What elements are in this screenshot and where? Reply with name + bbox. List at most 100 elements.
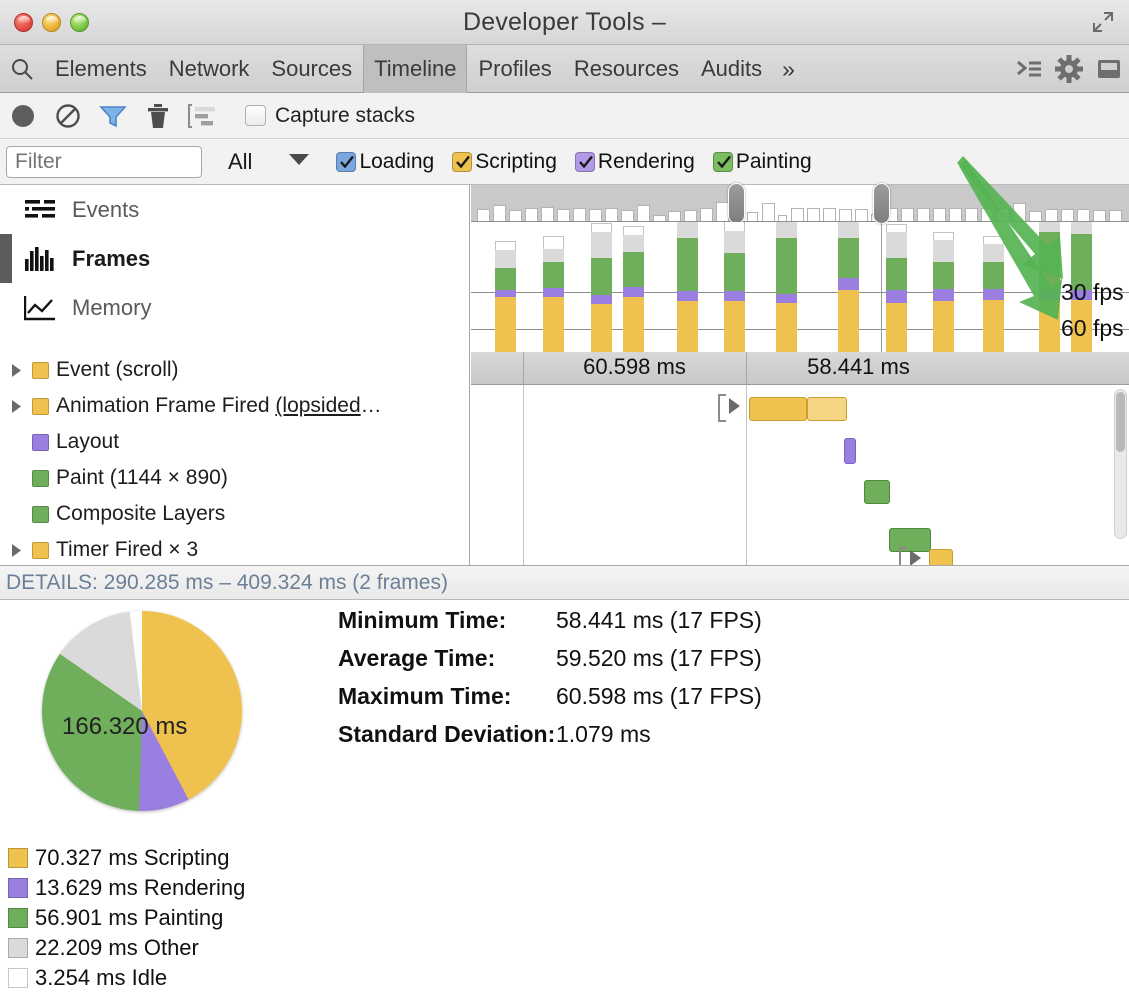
record-bar[interactable] [749, 397, 807, 421]
stat-row: Maximum Time: 60.598 ms (17 FPS) [338, 683, 762, 721]
table-row[interactable]: Animation Frame Fired (lopsided… [0, 388, 469, 424]
chevron-down-icon[interactable] [288, 152, 310, 171]
category-filter-painting[interactable]: Painting [713, 150, 812, 174]
record-bar[interactable] [929, 549, 953, 565]
tree-spacer [8, 432, 25, 452]
category-filter-scripting[interactable]: Scripting [452, 150, 557, 174]
tree-spacer [8, 468, 25, 488]
legend-item: 3.254 ms Idle [8, 963, 245, 993]
pie-center-label: 166.320 ms [62, 713, 237, 741]
category-swatch [32, 434, 49, 451]
tab-profiles[interactable]: Profiles [467, 45, 562, 93]
sidebar-item-events[interactable]: Events [0, 185, 469, 234]
frame-bars: 30 fps 60 fps [471, 222, 1129, 352]
tab-elements[interactable]: Elements [44, 45, 158, 93]
tab-resources[interactable]: Resources [563, 45, 690, 93]
tab-timeline[interactable]: Timeline [363, 45, 467, 93]
frame-boundary [523, 385, 524, 565]
scrollbar-thumb[interactable] [1116, 392, 1125, 452]
stat-key: Average Time: [338, 645, 556, 672]
frames-icon [22, 244, 58, 274]
scripting-label: Scripting [475, 150, 557, 174]
tab-audits[interactable]: Audits [690, 45, 773, 93]
table-row[interactable]: Paint (1144 × 890) [0, 460, 469, 496]
event-label: Layout [56, 430, 119, 454]
record-bar[interactable] [807, 397, 847, 421]
waterfall-scrollbar[interactable] [1114, 389, 1127, 539]
record-bar[interactable] [844, 438, 856, 464]
trash-icon[interactable] [135, 93, 180, 139]
frame-statistics: Minimum Time: 58.441 ms (17 FPS) Average… [338, 607, 762, 759]
stat-key: Standard Deviation: [338, 721, 556, 748]
tab-network[interactable]: Network [158, 45, 261, 93]
legend-swatch [8, 908, 28, 928]
legend-item: 56.901 ms Painting [8, 903, 245, 933]
chevron-right-icon[interactable] [727, 397, 742, 415]
pie-chart: 166.320 ms [42, 611, 247, 816]
gear-icon[interactable] [1049, 45, 1089, 93]
filter-input[interactable] [6, 146, 202, 178]
rendering-checkbox[interactable] [575, 152, 595, 172]
pie-chart-graphic [42, 611, 242, 811]
sidebar-item-events-label: Events [72, 197, 139, 223]
stat-value: 60.598 ms (17 FPS) [556, 683, 762, 710]
legend-swatch [8, 938, 28, 958]
sidebar-item-memory[interactable]: Memory [0, 283, 469, 332]
flame-chart-icon[interactable] [180, 93, 225, 139]
overview-minimap[interactable] [471, 185, 1129, 222]
console-drawer-icon[interactable] [1009, 45, 1049, 93]
dock-icon[interactable] [1089, 45, 1129, 93]
category-filter-loading[interactable]: Loading [336, 150, 434, 174]
capture-stacks-checkbox[interactable]: Capture stacks [245, 104, 415, 128]
filter-bar: All Loading Scripting Rendering [0, 139, 1129, 185]
event-label: Paint (1144 × 890) [56, 466, 228, 490]
category-swatch [32, 398, 49, 415]
record-toolbar: Capture stacks [0, 93, 1129, 139]
table-row[interactable]: Timer Fired × 3 [0, 532, 469, 565]
stat-row: Standard Deviation: 1.079 ms [338, 721, 762, 759]
tab-sources[interactable]: Sources [260, 45, 363, 93]
sidebar-selection-marker [0, 234, 12, 283]
filter-scope-label[interactable]: All [228, 149, 252, 175]
chevron-right-icon[interactable] [8, 396, 25, 416]
frames-overview-chart[interactable]: 30 fps 60 fps [471, 185, 1129, 352]
event-source-link[interactable]: (lopsided [275, 394, 360, 417]
table-row[interactable]: Composite Layers [0, 496, 469, 532]
label-60fps: 60 fps [1061, 315, 1124, 342]
category-filter-rendering[interactable]: Rendering [575, 150, 695, 174]
expand-icon[interactable] [1091, 10, 1115, 34]
legend-item: 13.629 ms Rendering [8, 873, 245, 903]
legend-label: 13.629 ms Rendering [35, 875, 245, 901]
scripting-checkbox[interactable] [452, 152, 472, 172]
chevron-right-icon[interactable] [8, 540, 25, 560]
search-icon[interactable] [0, 45, 44, 93]
minimap-right-handle[interactable] [873, 183, 890, 224]
chevron-right-icon[interactable] [8, 360, 25, 380]
clear-ban-icon[interactable] [45, 93, 90, 139]
timeline-records-pane: Event (scroll) Animation Frame Fired (lo… [0, 352, 1129, 565]
loading-label: Loading [359, 150, 434, 174]
table-row[interactable]: Event (scroll) [0, 352, 469, 388]
chevron-right-icon[interactable] [908, 549, 923, 565]
legend-item: 22.209 ms Other [8, 933, 245, 963]
tab-overflow-button[interactable]: » [773, 45, 804, 93]
legend-label: 22.209 ms Other [35, 935, 199, 961]
waterfall-pane: 60.598 ms 58.441 ms [471, 352, 1129, 565]
record-bracket [899, 547, 907, 565]
stat-row: Minimum Time: 58.441 ms (17 FPS) [338, 607, 762, 645]
loading-checkbox[interactable] [336, 152, 356, 172]
record-bracket [718, 394, 726, 422]
sidebar-item-frames[interactable]: Frames [0, 234, 469, 283]
frame-boundary [746, 385, 747, 565]
minimap-left-handle[interactable] [728, 183, 745, 224]
frame-duration-label: 60.598 ms [523, 354, 746, 380]
record-icon[interactable] [0, 93, 45, 139]
table-row[interactable]: Layout [0, 424, 469, 460]
label-30fps: 30 fps [1061, 279, 1124, 306]
stat-key: Minimum Time: [338, 607, 556, 634]
filter-funnel-icon[interactable] [90, 93, 135, 139]
capture-stacks-box[interactable] [245, 105, 266, 126]
memory-icon [22, 293, 58, 323]
record-bar[interactable] [864, 480, 890, 504]
painting-checkbox[interactable] [713, 152, 733, 172]
